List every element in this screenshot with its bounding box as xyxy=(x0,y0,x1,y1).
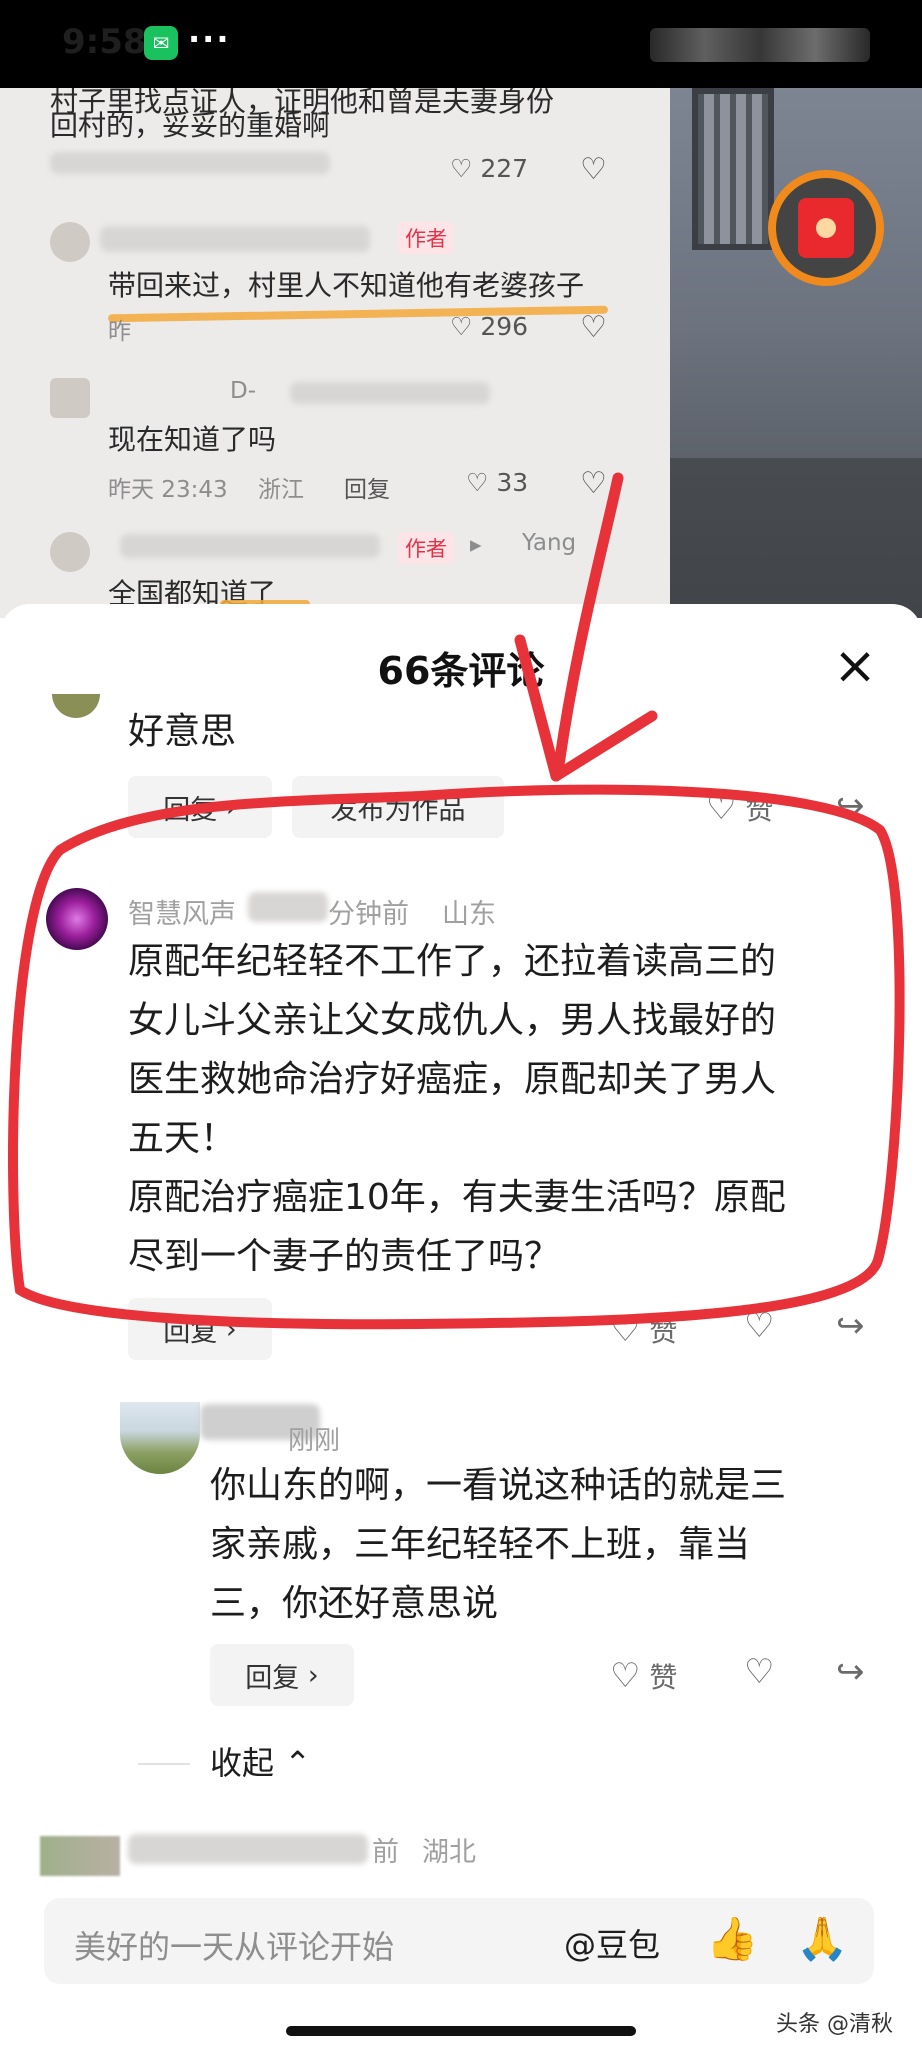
comment-line: 原配治疗癌症10年，有夫妻生活吗？原配 xyxy=(128,1177,786,1218)
sheet-title: 66条评论 xyxy=(377,649,545,693)
dislike-icon[interactable]: ♡ xyxy=(580,152,607,187)
collapse-button[interactable]: 收起 ⌃ xyxy=(210,1734,311,1793)
comment-line: 医生救她命治疗好癌症，原配却关了男人 xyxy=(128,1059,777,1100)
heart-icon: ♡ xyxy=(610,1310,641,1350)
wechat-icon: ✉ xyxy=(144,26,178,60)
comment-username[interactable]: 智慧风声 xyxy=(128,892,236,931)
highlight-underline xyxy=(107,305,609,323)
status-indicators xyxy=(650,28,870,62)
avatar xyxy=(40,1836,120,1876)
bg-blurred-meta xyxy=(50,152,330,174)
chevron-up-icon: ⌃ xyxy=(274,1744,311,1782)
dislike-icon[interactable]: ♡ xyxy=(580,466,607,501)
heart-icon: ♡ xyxy=(466,468,497,497)
share-icon[interactable]: ↪ xyxy=(836,1652,865,1692)
like-button[interactable]: ♡ 赞 xyxy=(706,788,773,828)
watermark: 头条 @清秋 xyxy=(776,2012,893,2037)
dislike-icon[interactable]: ♡ xyxy=(744,1652,774,1692)
reply-button[interactable]: 回复 › xyxy=(128,1298,272,1360)
reply-username[interactable]: 刚刚 xyxy=(288,1420,340,1457)
bg-avatar xyxy=(50,378,90,418)
reply-line: 家亲戚，三年纪轻轻不上班，靠当 xyxy=(210,1524,751,1565)
bg-comment-1-line2: 回村的，妥妥的重婚啊 xyxy=(50,109,331,142)
reply-arrow-icon: ▸ xyxy=(470,532,482,558)
bg-reply-to-user: Yang xyxy=(522,530,577,556)
red-packet-icon xyxy=(798,198,854,258)
home-indicator[interactable] xyxy=(286,2026,636,2036)
thumbs-up-icon[interactable]: 👍 xyxy=(706,1914,758,1964)
reply-button[interactable]: 回复 › xyxy=(128,776,272,838)
pray-icon[interactable]: 🙏 xyxy=(796,1914,848,1964)
comment-location: 湖北 xyxy=(422,1837,476,1868)
bg-comment-3-text: 现在知道了吗 xyxy=(108,423,277,456)
partial-comment-text: 好意思 xyxy=(128,711,237,752)
blurred-username xyxy=(248,892,328,922)
like-button[interactable]: ♡ 赞 xyxy=(610,1656,677,1696)
author-tag: 作者 xyxy=(398,222,454,254)
close-icon[interactable]: × xyxy=(832,640,878,692)
bg-blurred-username xyxy=(120,534,380,558)
video-floor-decor xyxy=(670,458,922,618)
bg-reply-link[interactable]: 回复 xyxy=(344,470,390,504)
background-comment-page: 村子里找点证人，证明他和曾是夫妻身份 回村的，妥妥的重婚啊 ♡ 227 ♡ 作者… xyxy=(0,88,922,618)
chevron-right-icon: › xyxy=(217,1313,237,1345)
bg-comment-2-likes[interactable]: ♡ 296 xyxy=(450,312,528,341)
bg-comment-3-username: D- xyxy=(230,378,257,404)
bg-comment-1-likes[interactable]: ♡ 227 xyxy=(450,154,528,183)
comment-line: 尽到一个妻子的责任了吗？ xyxy=(128,1236,561,1277)
reply-line: 你山东的啊，一看说这种话的就是三 xyxy=(210,1465,787,1506)
bg-blurred-username xyxy=(100,226,370,252)
comment-location: 山东 xyxy=(442,899,496,930)
heart-icon: ♡ xyxy=(610,1656,641,1696)
comment-time: 分钟前 xyxy=(328,899,409,930)
like-button[interactable]: ♡ 赞 xyxy=(610,1310,677,1350)
heart-icon: ♡ xyxy=(450,312,481,341)
share-icon[interactable]: ↪ xyxy=(836,786,865,826)
comment-time: 前 xyxy=(372,1837,399,1868)
avatar[interactable] xyxy=(46,888,108,950)
comment-input[interactable]: 美好的一天从评论开始 xyxy=(74,1922,394,1968)
bg-comment-2-text: 带回来过，村里人不知道他有老婆孩子 xyxy=(108,269,585,302)
heart-icon: ♡ xyxy=(450,154,481,183)
bg-blurred-username xyxy=(290,382,490,404)
bg-comment-3-location: 浙江 xyxy=(258,477,304,503)
bg-comment-3-time: 昨天 23:43 xyxy=(108,477,228,503)
comment-line: 女儿斗父亲让父女成仇人，男人找最好的 xyxy=(128,1000,777,1041)
share-icon[interactable]: ↪ xyxy=(836,1306,865,1346)
video-window-decor xyxy=(692,88,774,250)
red-packet-button[interactable] xyxy=(768,170,884,286)
reply-button[interactable]: 回复 › xyxy=(210,1644,354,1706)
blurred-username xyxy=(128,1834,368,1864)
bg-comment-2-meta: 昨 xyxy=(108,319,131,345)
bg-avatar xyxy=(50,222,90,262)
chevron-right-icon: › xyxy=(217,791,237,823)
status-time: 9:58 xyxy=(62,22,147,62)
status-more-icon: ··· xyxy=(188,20,231,58)
mention-button[interactable]: @豆包 xyxy=(564,1920,660,1966)
publish-as-work-button[interactable]: 发布为作品 xyxy=(292,776,504,838)
bg-avatar xyxy=(50,532,90,572)
chevron-right-icon: › xyxy=(299,1659,319,1691)
dislike-icon[interactable]: ♡ xyxy=(580,310,607,345)
reply-line: 三，你还好意思说 xyxy=(210,1583,499,1624)
bg-comment-3-likes[interactable]: ♡ 33 xyxy=(466,468,528,497)
dislike-icon[interactable]: ♡ xyxy=(744,1306,774,1346)
comment-line: 五天！ xyxy=(128,1118,237,1159)
author-tag: 作者 xyxy=(398,532,454,564)
collapse-divider xyxy=(138,1763,190,1765)
comment-line: 原配年纪轻轻不工作了，还拉着读高三的 xyxy=(128,941,777,982)
heart-icon: ♡ xyxy=(706,788,737,828)
